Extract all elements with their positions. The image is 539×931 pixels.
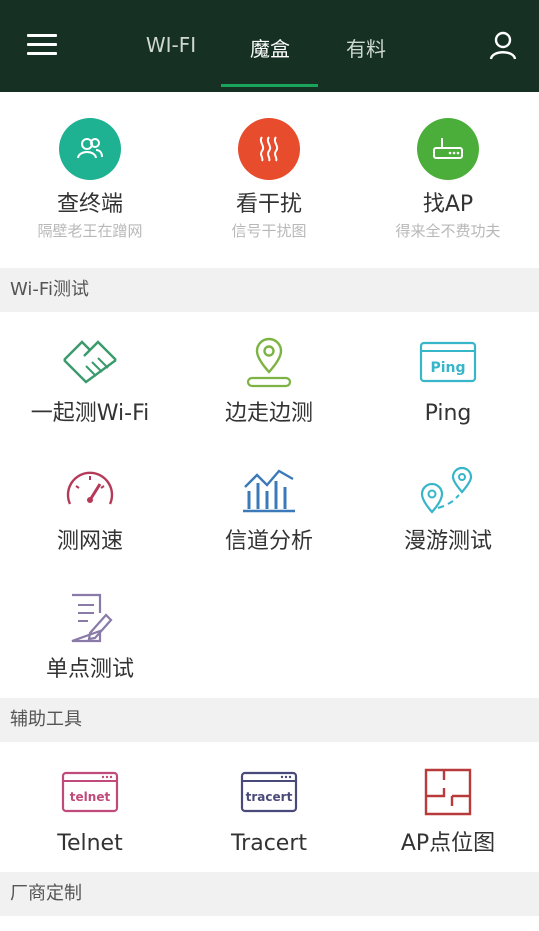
- roaming-pins-icon: [418, 462, 478, 518]
- tool-channel-analysis[interactable]: 信道分析: [179, 462, 359, 556]
- floorplan-icon: [418, 764, 478, 820]
- app-header: WI-FI 魔盒 有料: [0, 0, 539, 92]
- section-header-tools: 辅助工具: [0, 698, 539, 742]
- handshake-icon: [60, 334, 120, 390]
- feature-title: 看干扰: [235, 192, 302, 217]
- tool-label: 一起测Wi-Fi: [30, 401, 150, 426]
- ping-icon-text: Ping: [430, 360, 465, 376]
- location-pin-icon: [239, 334, 299, 390]
- tool-label: Ping: [424, 401, 472, 426]
- feature-title: 找AP: [422, 192, 474, 217]
- tracert-icon-text: tracert: [246, 790, 293, 804]
- tool-tracert[interactable]: tracert Tracert: [179, 764, 359, 858]
- tool-label: 信道分析: [224, 529, 313, 554]
- tool-walk-test[interactable]: 边走边测: [179, 334, 359, 428]
- feature-subtitle: 得来全不费功夫: [395, 222, 501, 240]
- speedometer-icon: [60, 462, 120, 518]
- tool-ap-map[interactable]: AP点位图: [358, 764, 538, 858]
- menu-icon[interactable]: [27, 34, 57, 56]
- feature-title: 查终端: [56, 192, 123, 217]
- document-edit-icon: [60, 590, 120, 646]
- feature-subtitle: 信号干扰图: [231, 222, 307, 240]
- tool-label: AP点位图: [400, 831, 496, 856]
- tool-label: 边走边测: [224, 401, 313, 426]
- feature-interference[interactable]: 看干扰 信号干扰图: [179, 118, 359, 240]
- tool-label: 单点测试: [45, 657, 134, 682]
- tool-label: 漫游测试: [403, 529, 492, 554]
- heat-waves-icon: [238, 118, 300, 180]
- active-tab-indicator: [221, 84, 318, 87]
- user-profile-icon[interactable]: [488, 30, 518, 60]
- tool-label: Tracert: [230, 831, 308, 856]
- tool-single-point-test[interactable]: 单点测试: [0, 590, 180, 684]
- telnet-icon-text: telnet: [70, 790, 111, 804]
- tool-speed-test[interactable]: 测网速: [0, 462, 180, 556]
- tracert-window-icon: tracert: [239, 764, 299, 820]
- channel-chart-icon: [239, 462, 299, 518]
- tool-label: 测网速: [56, 529, 123, 554]
- tool-telnet[interactable]: telnet Telnet: [0, 764, 180, 858]
- telnet-window-icon: telnet: [60, 764, 120, 820]
- tool-roaming-test[interactable]: 漫游测试: [358, 462, 538, 556]
- tool-wifi-together[interactable]: 一起测Wi-Fi: [0, 334, 180, 428]
- tool-label: Telnet: [57, 831, 123, 856]
- tab-youliao[interactable]: 有料: [338, 33, 394, 62]
- ping-window-icon: Ping: [418, 334, 478, 390]
- users-icon: [59, 118, 121, 180]
- tab-wifi[interactable]: WI-FI: [140, 33, 202, 57]
- section-header-vendor: 厂商定制: [0, 872, 539, 916]
- feature-subtitle: 隔壁老王在蹭网: [37, 222, 143, 240]
- section-header-wifi-test: Wi-Fi测试: [0, 268, 539, 312]
- tool-ping[interactable]: Ping Ping: [358, 334, 538, 428]
- router-icon: [417, 118, 479, 180]
- feature-find-ap[interactable]: 找AP 得来全不费功夫: [358, 118, 538, 240]
- feature-find-terminals[interactable]: 查终端 隔壁老王在蹭网: [0, 118, 180, 240]
- tab-mohe[interactable]: 魔盒: [240, 33, 300, 62]
